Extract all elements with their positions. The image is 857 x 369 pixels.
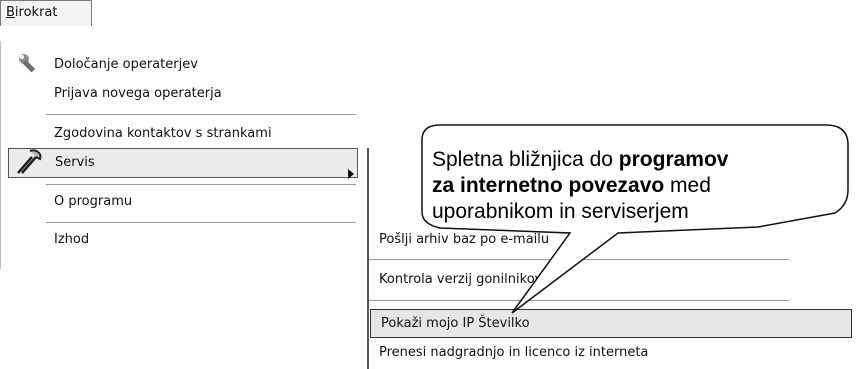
callout-line-2: za internetno povezavo med	[432, 174, 711, 197]
callout-line-1: Spletna bližnjica do programov	[432, 148, 729, 171]
callout-text: Spletna bližnjica do programov za intern…	[432, 147, 840, 225]
callout-line-3: uporabnikom in serviserjem	[432, 200, 689, 223]
